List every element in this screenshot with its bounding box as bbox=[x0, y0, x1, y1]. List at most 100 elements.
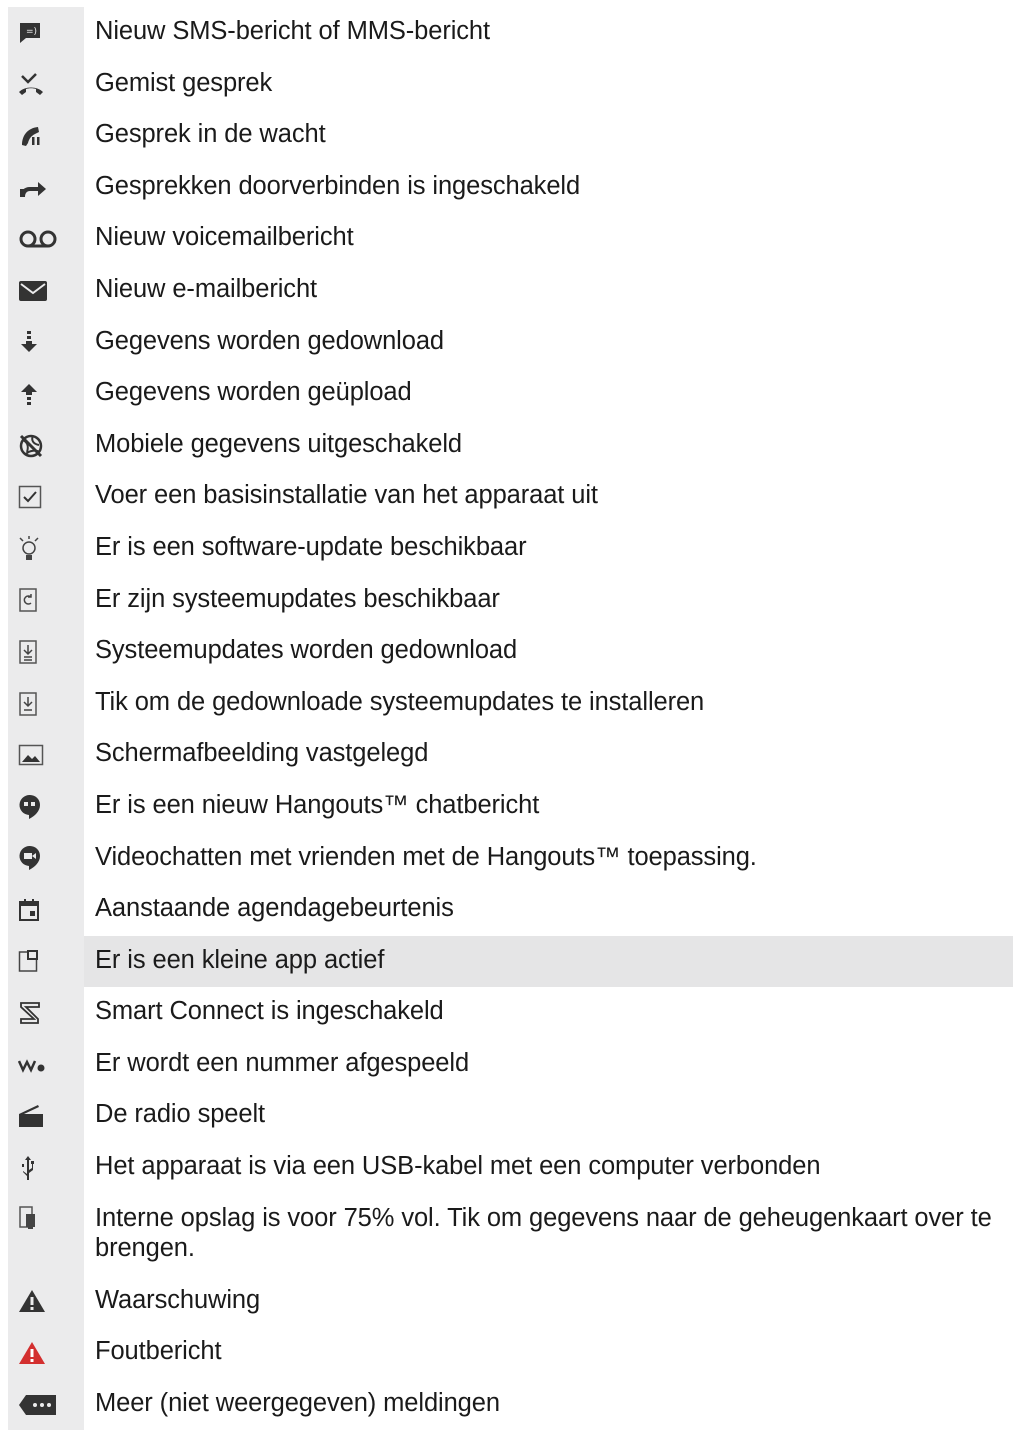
small-app-icon bbox=[18, 950, 38, 973]
system-update-download-icon bbox=[19, 640, 37, 664]
list-item: Meer (niet weergegeven) meldingen bbox=[0, 1378, 1013, 1430]
email-icon bbox=[19, 280, 47, 301]
list-item: Smart Connect is ingeschakeld bbox=[0, 987, 1013, 1039]
list-item: Er is een software-update beschikbaar bbox=[0, 522, 1013, 575]
list-item: Waarschuwing bbox=[0, 1275, 1013, 1328]
list-item: Het apparaat is via een USB-kabel met ee… bbox=[0, 1142, 1013, 1194]
item-text: Gegevens worden gedownload bbox=[95, 326, 444, 355]
icon-cell bbox=[8, 419, 84, 472]
icon-cell bbox=[8, 1142, 84, 1194]
item-text: Mobiele gegevens uitgeschakeld bbox=[95, 429, 462, 458]
list-item: Aanstaande agendagebeurtenis bbox=[0, 884, 1013, 936]
icon-cell bbox=[8, 935, 84, 988]
list-item: Mobiele gegevens uitgeschakeld bbox=[0, 419, 1013, 472]
item-text: Schermafbeelding vastgelegd bbox=[95, 739, 429, 768]
item-text: Nieuw e-mailbericht bbox=[95, 274, 318, 303]
screenshot-icon bbox=[18, 744, 44, 766]
list-item: Tik om de gedownloade systeemupdates te … bbox=[0, 677, 1013, 730]
list-item: Gegevens worden gedownload bbox=[0, 316, 1013, 369]
item-text: Interne opslag is voor 75% vol. Tik om g… bbox=[95, 1203, 992, 1262]
icon-cell bbox=[8, 1327, 84, 1379]
icon-cell bbox=[8, 1275, 84, 1328]
system-update-icon bbox=[19, 588, 37, 613]
list-item: Gemist gesprek bbox=[0, 58, 1013, 111]
icon-cell bbox=[8, 1378, 84, 1430]
list-item: Gesprekken doorverbinden is ingeschakeld bbox=[0, 161, 1013, 214]
list-item: Er wordt een nummer afgespeeld bbox=[0, 1038, 1013, 1091]
list-item: Gegevens worden geüpload bbox=[0, 368, 1013, 420]
icon-cell bbox=[8, 626, 84, 678]
icon-cell bbox=[8, 58, 84, 111]
call-on-hold-icon bbox=[22, 126, 40, 146]
icon-cell bbox=[8, 729, 84, 781]
notification-icon-list: =) Nieuw SMS-bericht of MMS-bericht Gemi… bbox=[0, 7, 1013, 1430]
list-item: De radio speelt bbox=[0, 1090, 1013, 1143]
icon-cell bbox=[8, 368, 84, 420]
list-item: Nieuw e-mailbericht bbox=[0, 264, 1013, 317]
item-text: Smart Connect is ingeschakeld bbox=[95, 997, 444, 1026]
icon-cell bbox=[8, 1090, 84, 1143]
icon-cell: =) bbox=[8, 7, 84, 59]
item-text: Aanstaande agendagebeurtenis bbox=[95, 894, 454, 923]
item-text: Videochatten met vrienden met de Hangout… bbox=[95, 842, 757, 871]
icon-cell bbox=[8, 884, 84, 936]
icon-cell bbox=[8, 161, 84, 214]
item-text: Gemist gesprek bbox=[95, 68, 273, 97]
item-text: Er is een nieuw Hangouts™ chatbericht bbox=[95, 790, 540, 819]
list-item: Interne opslag is voor 75% vol. Tik om g… bbox=[0, 1193, 1013, 1276]
list-item: Foutbericht bbox=[0, 1327, 1013, 1379]
svg-text:=): =) bbox=[26, 27, 37, 37]
item-text: Er is een software-update beschikbaar bbox=[95, 532, 527, 561]
icon-cell bbox=[8, 780, 84, 833]
icon-cell bbox=[8, 677, 84, 730]
checkbox-icon bbox=[18, 485, 42, 509]
icon-cell bbox=[8, 316, 84, 369]
call-forward-icon bbox=[20, 181, 46, 197]
list-item: =) Nieuw SMS-bericht of MMS-bericht bbox=[0, 7, 1013, 59]
item-text: Gesprekken doorverbinden is ingeschakeld bbox=[95, 171, 581, 200]
calendar-icon bbox=[19, 898, 39, 921]
item-text: Nieuw SMS-bericht of MMS-bericht bbox=[95, 17, 490, 45]
item-text: Meer (niet weergegeven) meldingen bbox=[95, 1388, 500, 1417]
storage-icon bbox=[19, 1205, 35, 1229]
walkman-icon bbox=[18, 1058, 45, 1073]
install-update-icon bbox=[19, 691, 37, 716]
icon-cell bbox=[8, 987, 84, 1039]
icon-cell bbox=[8, 522, 84, 575]
icon-cell bbox=[8, 1038, 84, 1091]
icon-cell bbox=[8, 574, 84, 627]
icon-cell bbox=[8, 832, 84, 885]
item-text: Waarschuwing bbox=[95, 1285, 261, 1314]
item-text: Foutbericht bbox=[95, 1337, 222, 1366]
item-text: Tik om de gedownloade systeemupdates te … bbox=[95, 687, 705, 716]
smart-connect-icon bbox=[20, 1002, 40, 1024]
more-notifications-icon bbox=[19, 1394, 56, 1415]
mobile-data-off-icon bbox=[19, 434, 43, 457]
list-item: Systeemupdates worden gedownload bbox=[0, 626, 1013, 678]
item-text: Nieuw voicemailbericht bbox=[95, 223, 354, 252]
item-text: Voer een basisinstallatie van het appara… bbox=[95, 481, 598, 510]
download-icon bbox=[21, 331, 37, 353]
item-text: Er wordt een nummer afgespeeld bbox=[95, 1048, 470, 1077]
item-text: Gesprek in de wacht bbox=[95, 120, 326, 149]
list-item: Gesprek in de wacht bbox=[0, 110, 1013, 162]
item-text: De radio speelt bbox=[95, 1100, 266, 1129]
icon-cell bbox=[8, 213, 84, 265]
list-item: Nieuw voicemailbericht bbox=[0, 213, 1013, 265]
icon-cell bbox=[8, 471, 84, 523]
item-text: Er is een kleine app actief bbox=[84, 935, 1013, 988]
error-icon bbox=[19, 1342, 45, 1365]
warning-icon bbox=[19, 1290, 45, 1313]
list-item: Er zijn systeemupdates beschikbaar bbox=[0, 574, 1013, 627]
list-item: Er is een nieuw Hangouts™ chatbericht bbox=[0, 780, 1013, 833]
usb-icon bbox=[22, 1155, 34, 1180]
missed-call-icon bbox=[19, 73, 43, 96]
list-item: Er is een kleine app actief bbox=[0, 935, 1013, 988]
icon-cell bbox=[8, 110, 84, 162]
item-text: Het apparaat is via een USB-kabel met ee… bbox=[95, 1152, 821, 1181]
list-item: Schermafbeelding vastgelegd bbox=[0, 729, 1013, 781]
icon-cell bbox=[8, 1193, 84, 1276]
item-text: Systeemupdates worden gedownload bbox=[95, 636, 518, 665]
hangouts-chat-icon bbox=[19, 794, 40, 819]
upload-icon bbox=[21, 383, 37, 405]
